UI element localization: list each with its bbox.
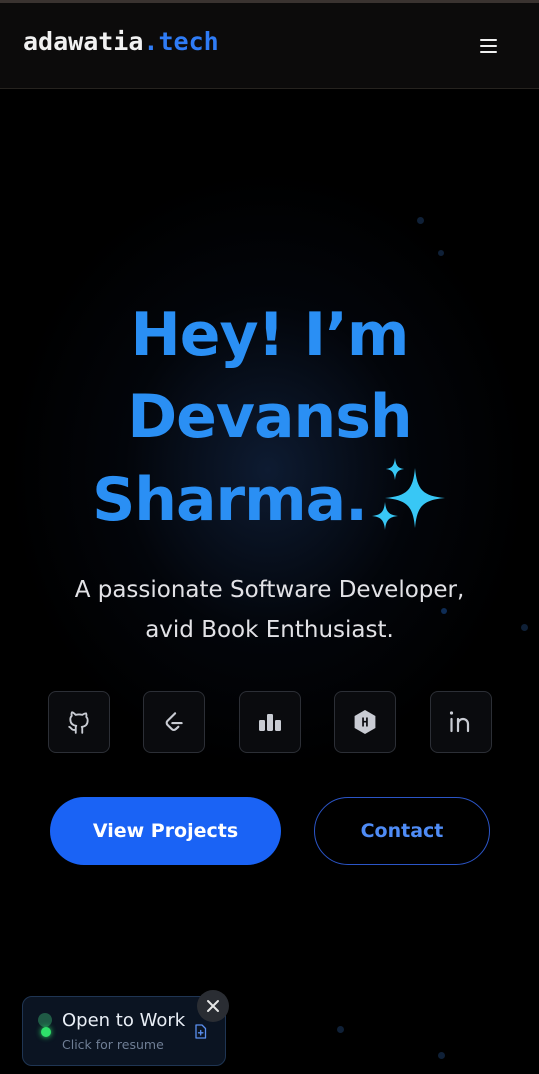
- stats-link[interactable]: [239, 691, 301, 753]
- background-dot: [417, 217, 424, 224]
- open-to-work-card[interactable]: Open to Work Click for resume: [22, 996, 226, 1066]
- hero-line-3: Sharma.: [0, 458, 539, 541]
- subtitle-line-1: A passionate Software Developer,: [74, 577, 465, 603]
- site-logo[interactable]: adawatia.tech: [23, 27, 219, 56]
- linkedin-icon: [449, 711, 470, 733]
- subtitle-line-2: avid Book Enthusiast.: [145, 617, 394, 643]
- document-icon: [195, 1024, 207, 1039]
- hero-subtitle: A passionate Software Developer, avid Bo…: [30, 570, 509, 650]
- background-dot: [337, 1026, 344, 1033]
- sparkles-icon: [371, 458, 445, 530]
- linkedin-link[interactable]: [430, 691, 492, 753]
- leetcode-icon: [165, 712, 183, 731]
- close-icon[interactable]: [197, 990, 229, 1022]
- hero-heading: Hey! I’m Devansh Sharma.: [0, 294, 539, 541]
- view-projects-button[interactable]: View Projects: [50, 797, 281, 865]
- hero-line-1: Hey! I’m: [130, 300, 410, 370]
- background-dot: [438, 250, 444, 256]
- background-dot: [521, 624, 528, 631]
- logo-name: adawatia: [23, 27, 144, 56]
- hero-name: Sharma.: [92, 465, 368, 535]
- leetcode-link[interactable]: [143, 691, 205, 753]
- social-links: H: [0, 691, 539, 753]
- logo-tld: .tech: [143, 27, 219, 56]
- site-header: adawatia.tech: [0, 3, 539, 89]
- status-indicator: [37, 1013, 53, 1041]
- svg-text:H: H: [361, 716, 368, 730]
- contact-button[interactable]: Contact: [314, 797, 490, 865]
- hamburger-menu-icon[interactable]: [476, 34, 500, 58]
- hackerrank-link[interactable]: H: [334, 691, 396, 753]
- open-to-work-subtitle: Click for resume: [62, 1037, 164, 1052]
- bar-chart-icon: [259, 714, 281, 731]
- github-link[interactable]: [48, 691, 110, 753]
- hero-line-2: Devansh: [127, 382, 412, 452]
- background-dot: [438, 1052, 445, 1059]
- hackerrank-icon: H: [354, 710, 376, 734]
- github-icon: [68, 711, 89, 734]
- open-to-work-title: Open to Work: [62, 1010, 186, 1031]
- page: adawatia.tech Hey! I’m Devansh Sharma. A…: [0, 0, 539, 1074]
